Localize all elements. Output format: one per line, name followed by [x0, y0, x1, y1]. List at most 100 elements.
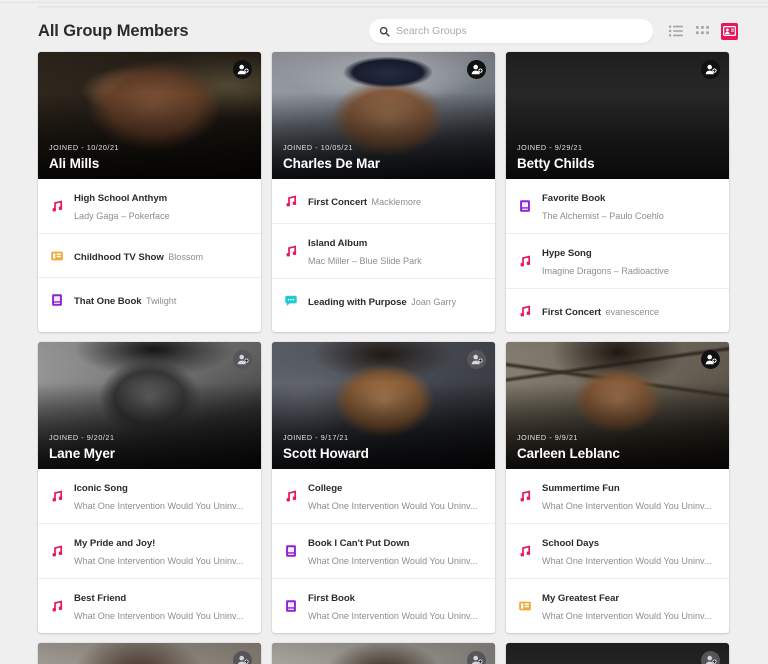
book-icon	[285, 600, 296, 612]
member-detail-row[interactable]: High School Anthym Lady Gaga – Pokerface	[38, 179, 261, 233]
member-photo-header: JOINED - 10/05/21 Charles De Mar	[272, 52, 495, 179]
music-note-icon	[517, 303, 532, 318]
list-icon	[668, 25, 683, 37]
add-member-button[interactable]	[701, 350, 720, 369]
member-detail-row[interactable]: That One Book Twilight	[38, 277, 261, 321]
music-note-icon	[517, 254, 532, 269]
photo-scrim	[38, 643, 261, 664]
book-icon	[283, 599, 298, 614]
member-overlay-meta: JOINED - 10/05/21 Charles De Mar	[283, 143, 455, 171]
search-groups-box[interactable]	[369, 19, 653, 43]
music-note-icon	[52, 600, 62, 612]
member-detail-title: My Pride and Joy!	[74, 538, 156, 549]
member-detail-text: Leading with Purpose Joan Garry	[308, 292, 483, 310]
member-card[interactable]: JOINED - 9/17/21 Scott Howard College Wh…	[272, 342, 495, 633]
music-note-icon	[49, 599, 64, 614]
member-detail-subtitle: The Alchemist – Paulo Coehlo	[542, 211, 664, 221]
grid-view-button[interactable]	[694, 23, 711, 40]
member-detail-row[interactable]: My Pride and Joy! What One Intervention …	[38, 523, 261, 578]
person-add-icon	[471, 655, 483, 664]
member-card[interactable]: JOINED - 10/20/21 Ali Mills High School …	[38, 52, 261, 332]
member-card[interactable]	[506, 643, 729, 664]
member-detail-subtitle: What One Intervention Would You Uninv...	[542, 556, 712, 566]
member-detail-row[interactable]: Iconic Song What One Intervention Would …	[38, 469, 261, 523]
music-note-icon	[49, 544, 64, 559]
add-member-button[interactable]	[467, 651, 486, 664]
card-view-button[interactable]	[721, 22, 738, 40]
add-member-button[interactable]	[701, 651, 720, 664]
member-detail-row[interactable]: Leading with Purpose Joan Garry	[272, 278, 495, 322]
member-detail-title: Favorite Book	[542, 193, 606, 204]
member-detail-row[interactable]: Childhood TV Show Blossom	[38, 233, 261, 277]
member-detail-row[interactable]: First Concert Macklemore	[272, 179, 495, 223]
member-photo-header	[272, 643, 495, 664]
music-note-icon	[49, 489, 64, 504]
member-detail-row[interactable]: Hype Song Imagine Dragons – Radioactive	[506, 233, 729, 288]
chat-icon	[284, 295, 297, 306]
photo-scrim	[272, 643, 495, 664]
photo-scrim	[506, 643, 729, 664]
member-detail-row[interactable]: Favorite Book The Alchemist – Paulo Coeh…	[506, 179, 729, 233]
member-detail-title: Childhood TV Show	[74, 251, 164, 263]
member-card[interactable]: JOINED - 10/05/21 Charles De Mar First C…	[272, 52, 495, 332]
member-detail-text: First Concert Macklemore	[308, 192, 483, 210]
music-note-icon	[52, 490, 62, 502]
member-card[interactable]: JOINED - 9/20/21 Lane Myer Iconic Song W…	[38, 342, 261, 633]
member-card[interactable]	[272, 643, 495, 664]
person-add-icon	[471, 64, 483, 75]
add-member-button[interactable]	[233, 60, 252, 79]
member-detail-text: Favorite Book The Alchemist – Paulo Coeh…	[542, 188, 717, 224]
member-detail-text: Iconic Song What One Intervention Would …	[74, 478, 249, 514]
member-detail-title: Best Friend	[74, 593, 127, 604]
member-detail-text: Childhood TV Show Blossom	[74, 247, 249, 265]
book-icon	[519, 200, 530, 212]
music-note-icon	[517, 489, 532, 504]
tv-icon	[50, 251, 63, 260]
add-member-button[interactable]	[467, 350, 486, 369]
member-card[interactable]: JOINED - 9/9/21 Carleen Leblanc Summerti…	[506, 342, 729, 633]
person-add-icon	[705, 64, 717, 75]
member-name: Carleen Leblanc	[517, 446, 620, 461]
member-photo-header	[506, 643, 729, 664]
member-detail-row[interactable]: Best Friend What One Intervention Would …	[38, 578, 261, 633]
joined-date: JOINED - 10/05/21	[283, 143, 354, 152]
member-detail-subtitle: What One Intervention Would You Uninv...	[74, 501, 244, 511]
music-note-icon	[286, 245, 296, 257]
member-detail-text: My Pride and Joy! What One Intervention …	[74, 533, 249, 569]
member-card[interactable]	[38, 643, 261, 664]
member-detail-subtitle: Macklemore	[371, 197, 422, 207]
joined-date: JOINED - 9/29/21	[517, 143, 583, 152]
member-details-list: Favorite Book The Alchemist – Paulo Coeh…	[506, 179, 729, 332]
member-detail-row[interactable]: College What One Intervention Would You …	[272, 469, 495, 523]
add-member-button[interactable]	[233, 651, 252, 664]
member-details-list: High School Anthym Lady Gaga – Pokerface…	[38, 179, 261, 321]
add-member-button[interactable]	[467, 60, 486, 79]
member-detail-subtitle: Lady Gaga – Pokerface	[74, 211, 170, 221]
add-member-button[interactable]	[233, 350, 252, 369]
music-note-icon	[520, 545, 530, 557]
member-card[interactable]: JOINED - 9/29/21 Betty Childs Favorite B…	[506, 52, 729, 332]
add-member-button[interactable]	[701, 60, 720, 79]
member-detail-subtitle: What One Intervention Would You Uninv...	[542, 611, 712, 621]
member-name: Charles De Mar	[283, 156, 380, 171]
member-detail-subtitle: Joan Garry	[411, 296, 457, 307]
member-detail-subtitle: What One Intervention Would You Uninv...	[308, 611, 478, 621]
member-detail-row[interactable]: Island Album Mac Miller – Blue Slide Par…	[272, 223, 495, 278]
member-detail-row[interactable]: Book I Can't Put Down What One Intervent…	[272, 523, 495, 578]
member-detail-row[interactable]: Summertime Fun What One Intervention Wou…	[506, 469, 729, 523]
member-detail-row[interactable]: My Greatest Fear What One Intervention W…	[506, 578, 729, 633]
book-icon	[517, 199, 532, 214]
member-overlay-meta: JOINED - 9/9/21 Carleen Leblanc	[517, 433, 689, 461]
member-detail-row[interactable]: School Days What One Intervention Would …	[506, 523, 729, 578]
member-detail-title: Summertime Fun	[542, 483, 620, 494]
member-detail-text: Best Friend What One Intervention Would …	[74, 588, 249, 624]
music-note-icon	[283, 489, 298, 504]
joined-date: JOINED - 9/17/21	[283, 433, 349, 442]
member-name: Scott Howard	[283, 446, 369, 461]
member-detail-row[interactable]: First Concert evanescence	[506, 288, 729, 332]
person-add-icon	[237, 655, 249, 664]
member-detail-row[interactable]: First Book What One Intervention Would Y…	[272, 578, 495, 633]
tv-icon	[518, 601, 531, 611]
search-input[interactable]	[396, 25, 643, 37]
list-view-button[interactable]	[667, 23, 684, 40]
